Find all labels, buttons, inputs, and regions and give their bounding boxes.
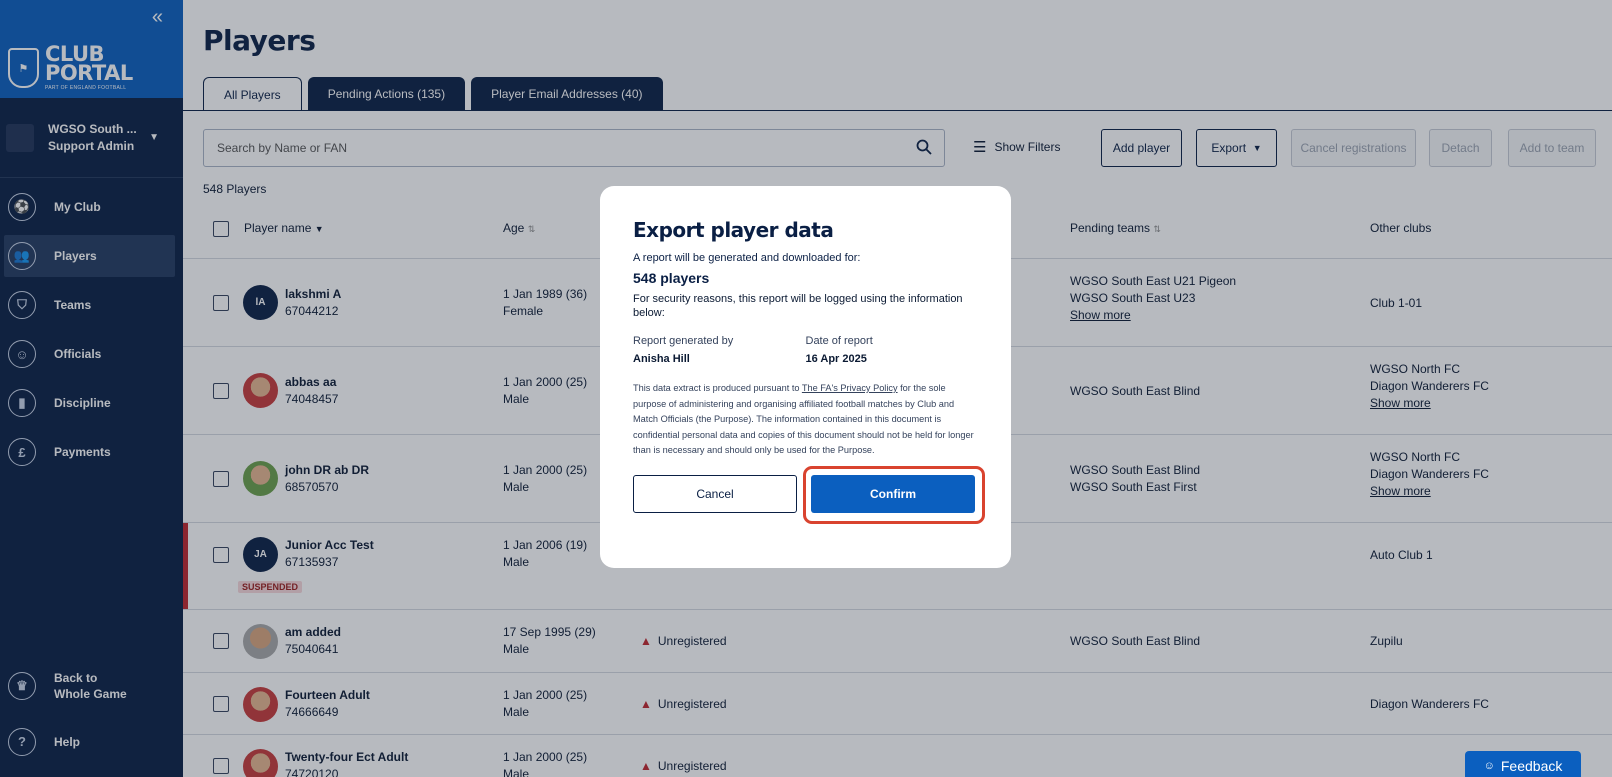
- generated-by-label: Report generated by: [633, 335, 734, 347]
- legal-notice: This data extract is produced pursuant t…: [633, 383, 974, 455]
- dialog-intro: A report will be generated and downloade…: [633, 252, 861, 264]
- feedback-button[interactable]: ☺ Feedback: [1465, 751, 1581, 777]
- feedback-icon: ☺: [1483, 760, 1495, 772]
- export-count: 548 players: [633, 270, 710, 286]
- report-date-value: 16 Apr 2025: [805, 353, 867, 365]
- report-details: Report generated by Anisha Hill Date of r…: [633, 335, 978, 365]
- feedback-label: Feedback: [1500, 758, 1563, 774]
- dialog-title: Export player data: [633, 218, 834, 242]
- cancel-button[interactable]: Cancel: [633, 474, 797, 513]
- report-date-label: Date of report: [805, 335, 873, 347]
- security-notice: For security reasons, this report will b…: [633, 293, 963, 319]
- privacy-policy-link[interactable]: The FA's Privacy Policy: [802, 383, 898, 393]
- export-player-data-dialog: Export player data A report will be gene…: [600, 186, 1011, 568]
- generated-by-value: Anisha Hill: [633, 353, 690, 365]
- confirm-button[interactable]: Confirm: [803, 465, 985, 524]
- dialog-actions: Cancel Confirm: [633, 465, 985, 524]
